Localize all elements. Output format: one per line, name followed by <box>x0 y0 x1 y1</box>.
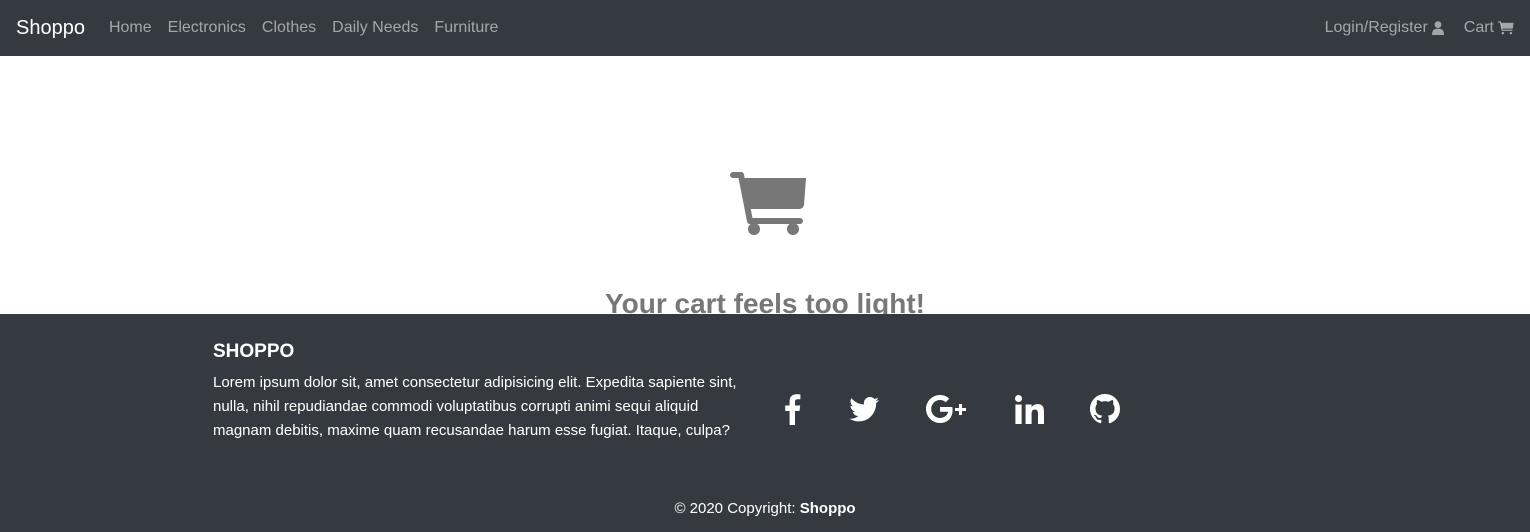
facebook-icon[interactable] <box>777 392 807 426</box>
empty-cart-icon <box>730 171 808 237</box>
footer-description: Lorem ipsum dolor sit, amet consectetur … <box>213 374 737 439</box>
user-icon <box>1431 21 1444 35</box>
nav-link-daily-needs[interactable]: Daily Needs <box>324 19 426 37</box>
navbar: Shoppo Home Electronics Clothes Daily Ne… <box>0 0 1530 56</box>
nav-link-furniture[interactable]: Furniture <box>426 19 506 37</box>
brand-logo[interactable]: Shoppo <box>16 17 85 40</box>
google-plus-icon[interactable] <box>924 392 972 426</box>
copyright-text: © 2020 Copyright: <box>674 500 796 517</box>
cart-link[interactable]: Cart <box>1444 19 1514 37</box>
linkedin-icon[interactable] <box>1012 392 1046 426</box>
twitter-icon[interactable] <box>847 392 881 426</box>
footer-title: SHOPPO <box>213 341 295 362</box>
copyright: © 2020 Copyright: Shoppo <box>0 500 1530 517</box>
login-register-label: Login/Register <box>1324 19 1428 36</box>
main-content: Your cart feels too light! <box>0 56 1530 319</box>
nav-right: Login/Register Cart <box>1305 19 1514 37</box>
nav-left: Shoppo Home Electronics Clothes Daily Ne… <box>16 17 506 40</box>
footer: SHOPPO Lorem ipsum dolor sit, amet conse… <box>0 314 1530 532</box>
nav-link-home[interactable]: Home <box>101 19 160 37</box>
cart-label: Cart <box>1463 19 1494 36</box>
nav-link-clothes[interactable]: Clothes <box>254 19 324 37</box>
github-icon[interactable] <box>1088 392 1122 426</box>
nav-link-electronics[interactable]: Electronics <box>160 19 254 37</box>
cart-icon <box>1498 21 1514 35</box>
login-register-link[interactable]: Login/Register <box>1305 19 1444 37</box>
copyright-brand-link[interactable]: Shoppo <box>800 500 856 517</box>
